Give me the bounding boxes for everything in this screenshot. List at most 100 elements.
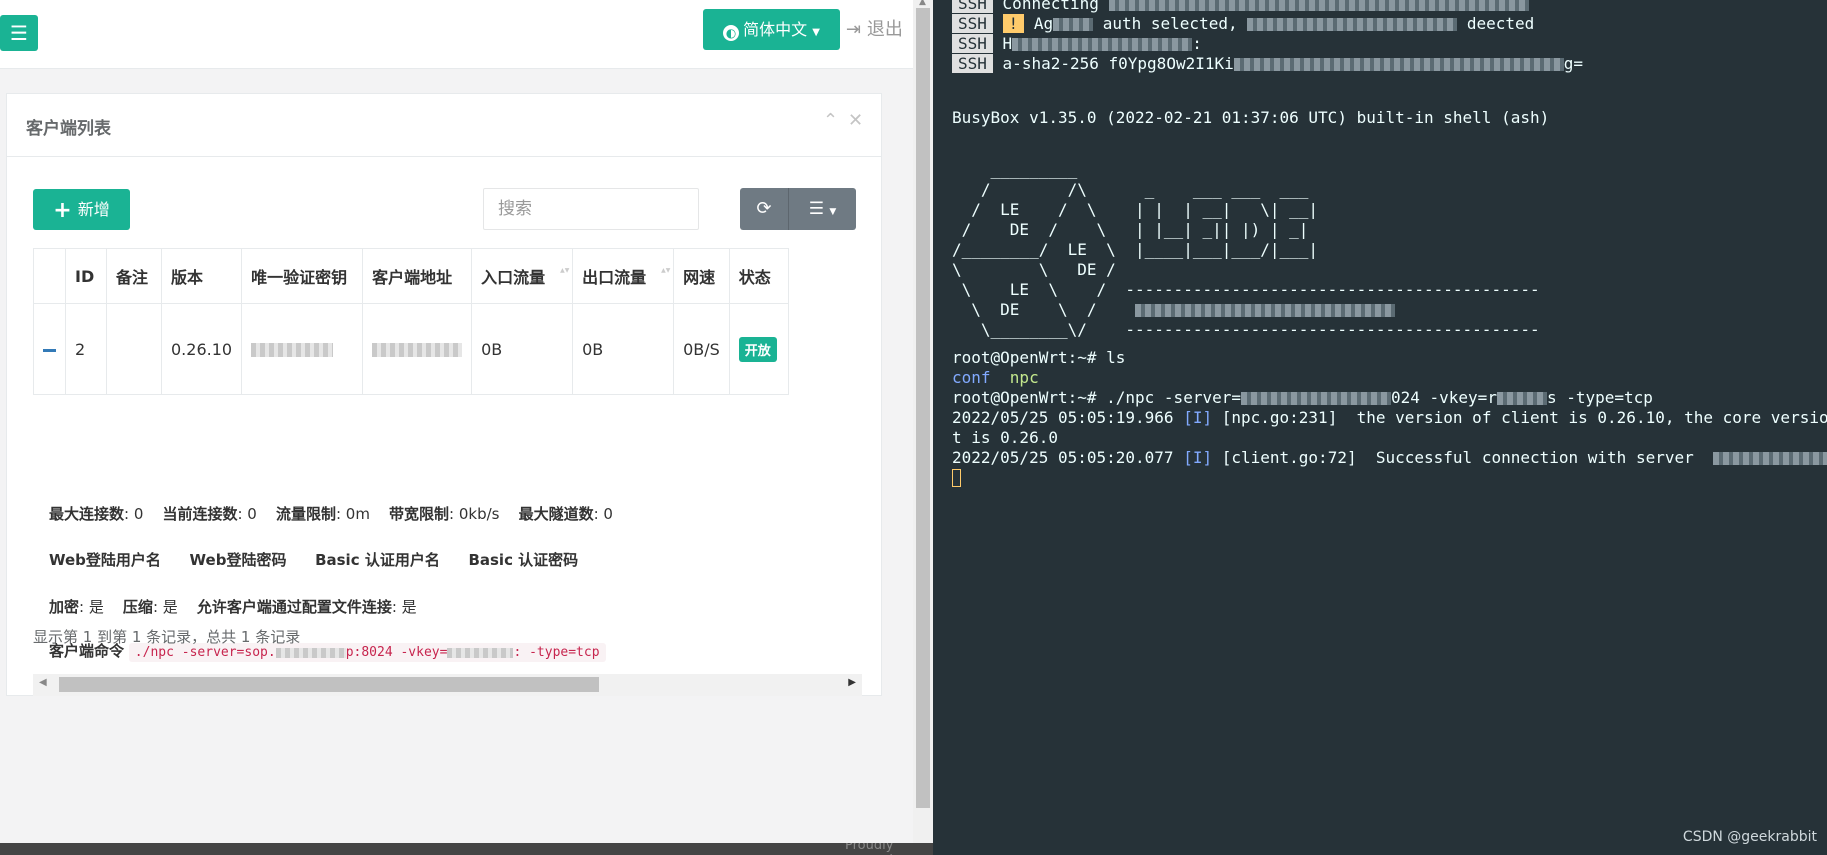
column-header-status[interactable]: 状态 [728,248,789,304]
chevron-up-icon[interactable]: ⌃ [823,110,838,131]
terminal-line: 2022/05/25 05:05:20.077 [I] [client.go:7… [952,448,1827,468]
cmd-part: : -type=tcp [513,645,600,660]
web-admin-panel: ☰ ◐简体中文 ▼ ⇥ 退出 客户端列表 ⌃ ✕ + 新增 ⟳ ☰ ▼ ID 备注 [0,0,933,855]
terminal-line: SSH Connecting [952,0,1529,14]
expand-column-header [33,248,66,304]
add-client-button[interactable]: + 新增 [33,189,130,230]
ssh-tag: SSH [952,34,993,53]
column-header-version[interactable]: 版本 [160,248,243,304]
column-header-vkey[interactable]: 唯一验证密钥 [241,248,364,304]
terminal-text: H [1002,34,1013,53]
ascii-art-line: /________/ LE \ |____|___|___/|___| [952,240,1319,259]
refresh-icon: ⟳ [756,198,772,219]
menu-toggle-button[interactable]: ☰ [0,15,38,51]
caret-down-icon: ▼ [829,207,837,217]
terminal-text: 024 -vkey=r [1390,388,1497,407]
cmd-part: p:8024 -vkey= [345,645,448,660]
logout-label: 退出 [866,19,903,40]
compress-value: : 是 [152,598,178,616]
log-level: [I] [1183,408,1213,427]
cell-status: 开放 [728,303,789,395]
busybox-banner: BusyBox v1.35.0 (2022-02-21 01:37:06 UTC… [952,108,1550,127]
ssh-tag: SSH [952,0,993,13]
top-navbar: ☰ ◐ 简体中文 ▼ ⇥ 退出 [0,0,913,69]
redacted-mosaic [1713,452,1827,465]
scroll-left-icon[interactable]: ◀ [39,677,47,688]
logout-link[interactable]: ⇥ 退出 [846,18,903,42]
terminal-text: g= [1563,54,1584,73]
column-header-out-flow[interactable]: 出口流量 [572,248,675,304]
scrollbar-thumb[interactable] [59,677,599,692]
cur-conn-value: : 0 [237,505,257,523]
cell-remark [106,303,162,395]
column-header-id[interactable]: ID [65,248,107,304]
ascii-art-line: \ DE \ / [952,300,1396,320]
web-user-label: Web登陆用户名 [49,551,161,569]
redacted-mosaic [1053,18,1094,31]
terminal-text: [client.go:72] Successful connection wit… [1212,448,1713,467]
redacted-mosaic [1240,392,1391,405]
rate-limit-label: 带宽限制 [389,505,450,523]
terminal-text: s -type=tcp [1546,388,1653,407]
ssh-tag: SSH [952,14,993,33]
warning-icon: ! [1002,14,1025,33]
column-header-remark[interactable]: 备注 [106,248,162,304]
search-input[interactable] [483,188,699,230]
collapse-row-toggle[interactable] [33,303,66,395]
caret-down-icon: ▼ [812,27,820,38]
column-header-in-flow[interactable]: 入口流量 [471,248,574,304]
redacted-mosaic [251,343,334,357]
close-icon[interactable]: ✕ [848,110,863,131]
terminal-text: de [1466,14,1487,33]
rate-limit-value: : 0kb/s [449,505,500,523]
max-tunnel-value: : 0 [593,505,613,523]
ascii-art-line: \ LE \ / -------------------------------… [952,280,1540,299]
encrypt-value: : 是 [79,598,104,616]
scrollbar-thumb[interactable] [916,8,930,808]
column-header-speed[interactable]: 网速 [673,248,730,304]
terminal-text: root@OpenWrt:~# ./npc -server= [952,388,1241,407]
redacted-mosaic [1496,392,1547,405]
ascii-art-line: / LE / \ | | | __| \| __| [952,200,1319,219]
language-dropdown-button[interactable]: ◐ 简体中文 ▼ [703,9,840,50]
flow-limit-label: 流量限制 [275,505,336,523]
add-label: 新增 [77,200,110,219]
table-row: 2 0.26.10 0B 0B 0B/S 开放 [33,303,789,395]
plus-icon: + [53,198,72,223]
terminal-line: root@OpenWrt:~# ls [952,348,1126,367]
watermark: CSDN @geekrabbit [1682,829,1817,845]
redacted-mosaic [1108,0,1529,11]
card-title: 客户端列表 [26,119,111,139]
terminal-text: 2022/05/25 05:05:19.966 [952,408,1184,427]
detail-row-limits: 最大连接数: 0 当前连接数: 0 流量限制: 0m 带宽限制: 0kb/s 最… [49,503,613,524]
encrypt-label: 加密 [49,598,80,616]
horizontal-scrollbar[interactable]: ◀ ▶ [33,674,862,696]
redacted-mosaic [447,647,514,658]
detail-row-auth: Web登陆用户名 Web登陆密码 Basic 认证用户名 Basic 认证密码 [49,549,578,570]
ssh-terminal[interactable]: SSH Connecting SSH ! Ag auth selected, d… [933,0,1827,855]
terminal-line: t is 0.26.0 [952,428,1058,447]
ascii-art-line: / DE / \ | |__| _|| |) | _| [952,220,1309,239]
terminal-text: 2022/05/25 05:05:20.077 [952,448,1184,467]
terminal-line: conf npc [952,368,1039,388]
cell-out-flow: 0B [572,303,675,395]
flow-limit-value: : 0m [335,505,370,523]
cell-vkey-redacted [241,303,364,395]
scroll-right-icon[interactable]: ▶ [848,677,856,688]
terminal-text: : [1192,34,1202,53]
redacted-mosaic [1233,58,1564,71]
terminal-text: Ag [1033,14,1054,33]
card-header: 客户端列表 ⌃ ✕ [7,94,881,157]
column-header-address[interactable]: 客户端地址 [362,248,473,304]
compress-label: 压缩 [122,598,153,616]
client-table: ID 备注 版本 唯一验证密钥 客户端地址 入口流量 出口流量 网速 状态 2 [33,248,789,395]
status-badge: 开放 [738,336,777,362]
scroll-up-icon[interactable]: ▲ [919,0,926,7]
columns-toggle-button[interactable]: ☰ ▼ [789,188,856,230]
redacted-mosaic [1012,38,1193,51]
minus-icon [43,348,56,352]
terminal-text: auth selected, [1102,14,1248,33]
refresh-button[interactable]: ⟳ [740,188,789,230]
terminal-line: root@OpenWrt:~# ./npc -server= 024 -vkey=… [952,388,1653,408]
vertical-scrollbar[interactable]: ▲ [913,0,933,855]
